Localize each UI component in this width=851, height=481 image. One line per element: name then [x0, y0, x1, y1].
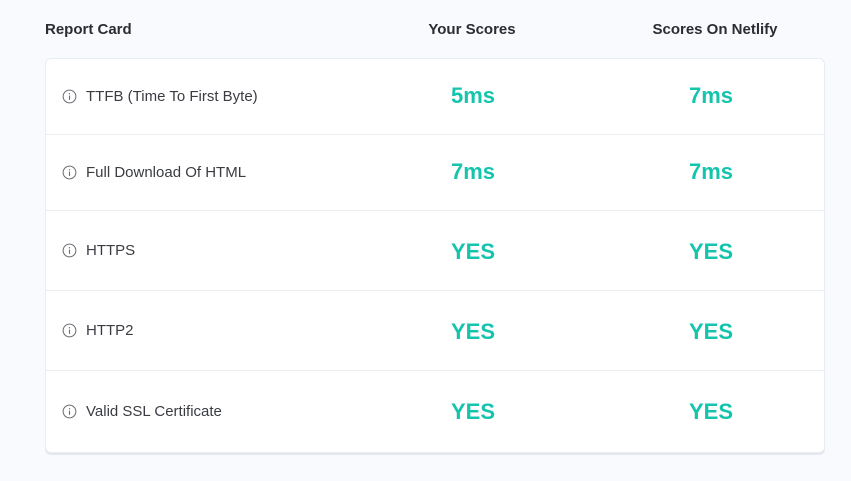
report-card-table: TTFB (Time To First Byte) 5ms 7ms Full D… [45, 58, 825, 453]
metric-label: TTFB (Time To First Byte) [86, 88, 258, 105]
netlify-score-value: YES [688, 239, 734, 264]
your-score-value: 5ms [450, 83, 496, 108]
netlify-scores-column-header: Scores On Netlify [652, 21, 778, 38]
info-icon[interactable] [62, 243, 77, 258]
netlify-score-value: 7ms [688, 83, 734, 108]
your-score-value: YES [450, 319, 496, 344]
metric-label: Valid SSL Certificate [86, 403, 222, 420]
info-icon[interactable] [62, 89, 77, 104]
table-row-https: HTTPS YES YES [46, 211, 824, 291]
your-score-value: YES [450, 399, 496, 424]
info-icon[interactable] [62, 404, 77, 419]
your-score-value: YES [450, 239, 496, 264]
netlify-score-value: YES [688, 319, 734, 344]
report-header: Report Card Your Scores Scores On Netlif… [0, 0, 851, 58]
your-scores-column-header: Your Scores [428, 21, 516, 38]
netlify-score-value: 7ms [688, 159, 734, 184]
netlify-score-value: YES [688, 399, 734, 424]
table-row-full-download: Full Download Of HTML 7ms 7ms [46, 135, 824, 211]
table-row-ttfb: TTFB (Time To First Byte) 5ms 7ms [46, 59, 824, 135]
metric-label: HTTPS [86, 242, 136, 259]
metric-label: Full Download Of HTML [86, 164, 247, 181]
report-card-title: Report Card [45, 21, 132, 38]
info-icon[interactable] [62, 323, 77, 338]
your-score-value: 7ms [450, 159, 496, 184]
table-row-valid-ssl: Valid SSL Certificate YES YES [46, 371, 824, 452]
info-icon[interactable] [62, 165, 77, 180]
metric-label: HTTP2 [86, 322, 134, 339]
table-row-http2: HTTP2 YES YES [46, 291, 824, 371]
